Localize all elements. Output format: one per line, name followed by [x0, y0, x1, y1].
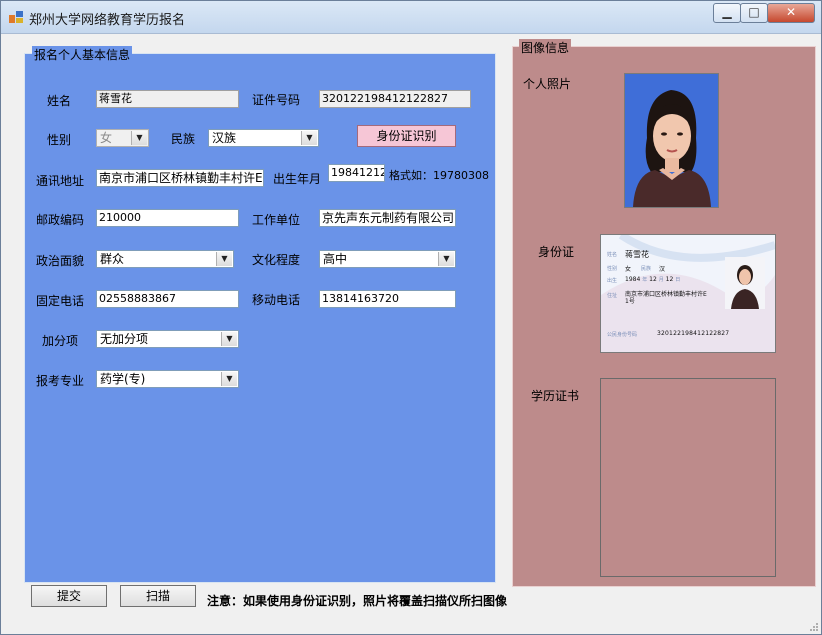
window-title: 郑州大学网络教育学历报名: [29, 13, 186, 28]
portrait-image: [625, 74, 718, 207]
bonus-label: 加分项: [42, 334, 79, 348]
major-label: 报考专业: [36, 374, 85, 388]
scan-button[interactable]: 扫描: [120, 585, 196, 607]
address-label: 通讯地址: [36, 174, 85, 188]
employer-field[interactable]: 京先声东元制药有限公司: [319, 209, 456, 227]
idcard-address: 南京市浦口区桥林镇勤丰村许E 1号: [625, 291, 725, 305]
close-button[interactable]: ✕: [767, 3, 815, 23]
education-label: 文化程度: [252, 253, 301, 267]
employer-label: 工作单位: [252, 213, 301, 227]
id-number-label: 证件号码: [252, 93, 301, 107]
id-card-recognize-button[interactable]: 身份证识别: [357, 125, 456, 147]
id-card-label: 身份证: [538, 245, 575, 259]
idcard-address-line1: 南京市浦口区桥林镇勤丰村许E: [625, 291, 707, 298]
birth-field[interactable]: 19841212: [328, 164, 385, 182]
chevron-down-icon: ▼: [438, 252, 454, 266]
idcard-gender-field: 性别: [607, 266, 618, 272]
idcard-gender: 女: [625, 266, 632, 273]
address-field[interactable]: 南京市浦口区桥林镇勤丰村许E: [96, 169, 264, 187]
id-number-field[interactable]: 320122198412122827: [319, 90, 471, 108]
education-value: 高中: [323, 252, 348, 266]
zip-field[interactable]: 210000: [96, 209, 239, 227]
gender-label: 性别: [47, 133, 72, 147]
footer-note: 注意：如果使用身份证识别，照片将覆盖扫描仪所扫图像: [207, 594, 508, 608]
ethnicity-dropdown[interactable]: 汉族 ▼: [208, 129, 319, 147]
idcard-year-unit: 年: [642, 277, 648, 283]
submit-button[interactable]: 提交: [31, 585, 107, 607]
major-dropdown[interactable]: 药学(专) ▼: [96, 370, 239, 388]
name-label: 姓名: [47, 94, 72, 108]
name-field[interactable]: 蒋雪花: [96, 90, 239, 108]
diploma-image-frame[interactable]: [600, 378, 776, 577]
idcard-birth-field: 出生: [607, 278, 618, 284]
chevron-down-icon: ▼: [221, 372, 237, 386]
personal-photo[interactable]: [624, 73, 719, 208]
photo-label: 个人照片: [523, 77, 572, 91]
chevron-down-icon: ▼: [131, 131, 147, 145]
chevron-down-icon: ▼: [216, 252, 232, 266]
birth-label: 出生年月: [273, 172, 322, 186]
idcard-name: 蒋雪花: [625, 250, 649, 259]
title-bar[interactable]: 郑州大学网络教育学历报名 ▁ □ ✕: [1, 1, 821, 34]
idcard-address-field: 住址: [607, 293, 618, 299]
minimize-button[interactable]: ▁: [713, 3, 741, 23]
diploma-label: 学历证书: [531, 389, 580, 403]
ethnicity-label: 民族: [171, 132, 196, 146]
political-value: 群众: [100, 252, 125, 266]
zip-label: 邮政编码: [36, 213, 85, 227]
idcard-number-field: 公民身份号码: [607, 332, 638, 338]
bonus-value: 无加分项: [100, 332, 149, 346]
political-dropdown[interactable]: 群众 ▼: [96, 250, 234, 268]
mobile-label: 移动电话: [252, 293, 301, 307]
basic-info-legend: 报名个人基本信息: [32, 46, 133, 63]
idcard-day-unit: 日: [675, 277, 681, 283]
app-icon: [9, 11, 23, 23]
idcard-number: 320122198412122827: [657, 330, 730, 337]
major-value: 药学(专): [100, 372, 146, 386]
education-dropdown[interactable]: 高中 ▼: [319, 250, 456, 268]
phone-label: 固定电话: [36, 294, 85, 308]
idcard-address-line2: 1号: [625, 298, 635, 305]
political-label: 政治面貌: [36, 254, 85, 268]
idcard-birth-month: 12: [649, 276, 657, 283]
gender-value: 女: [100, 131, 113, 145]
mobile-field[interactable]: 13814163720: [319, 290, 456, 308]
idcard-birth-day: 12: [665, 276, 674, 283]
id-card-image[interactable]: 姓名 蒋雪花 性别 女 民族 汉 出生 1984 年 12 月 12 日 住址 …: [600, 234, 776, 353]
resize-grip-icon[interactable]: [809, 622, 819, 632]
image-info-legend: 图像信息: [519, 39, 572, 56]
main-window: 郑州大学网络教育学历报名 ▁ □ ✕ 报名个人基本信息 姓名 蒋雪花 证件号码 …: [0, 0, 822, 635]
idcard-month-unit: 月: [658, 277, 664, 283]
phone-field[interactable]: 02558883867: [96, 290, 239, 308]
chevron-down-icon: ▼: [301, 131, 317, 145]
idcard-birth-year: 1984: [625, 276, 641, 283]
birth-format-hint: 格式如：19780308: [389, 169, 489, 182]
bonus-dropdown[interactable]: 无加分项 ▼: [96, 330, 239, 348]
idcard-ethnic-field: 民族: [641, 266, 652, 272]
idcard-name-field: 姓名: [607, 252, 618, 258]
gender-dropdown[interactable]: 女 ▼: [96, 129, 149, 147]
idcard-ethnic: 汉: [659, 266, 666, 273]
chevron-down-icon: ▼: [221, 332, 237, 346]
ethnicity-value: 汉族: [212, 131, 237, 145]
idcard-birth: 1984 年 12 月 12 日: [625, 276, 680, 283]
maximize-button[interactable]: □: [740, 3, 768, 23]
